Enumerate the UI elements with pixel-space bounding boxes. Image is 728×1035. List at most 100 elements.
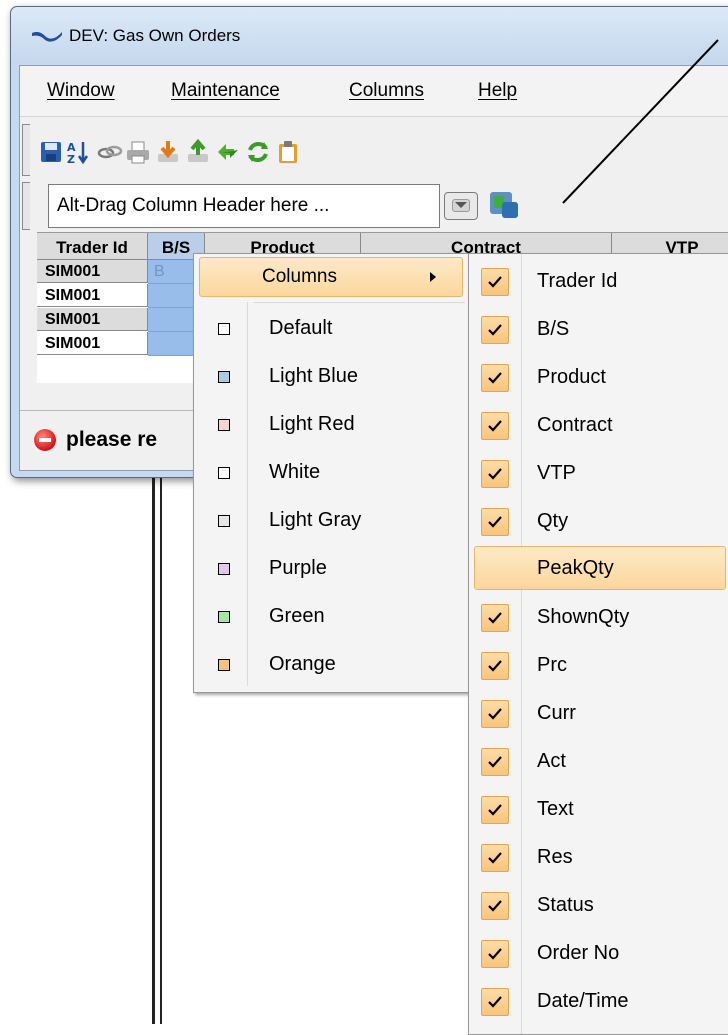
column-toggle-label: Contract: [537, 414, 613, 436]
checkmark-icon: [481, 604, 509, 632]
column-toggle-shownqty[interactable]: ShownQty: [469, 594, 728, 642]
checkmark-icon: [481, 268, 509, 296]
refresh-icon[interactable]: [244, 138, 272, 166]
menu-item-color-light-blue[interactable]: Light Blue: [194, 354, 469, 402]
checkmark-icon: [481, 988, 509, 1016]
color-swatch-icon: [218, 515, 230, 527]
column-toggle-contract[interactable]: Contract: [469, 402, 728, 450]
menu-bar: Window Maintenance Columns Help: [20, 66, 728, 117]
download-icon[interactable]: [154, 138, 182, 166]
checkmark-icon: [481, 652, 509, 680]
app-icon: [32, 32, 62, 42]
cell-trader-id[interactable]: SIM001: [37, 332, 148, 355]
menu-item-label: Green: [269, 605, 325, 627]
column-toggle-label: Act: [537, 750, 566, 772]
menu-columns[interactable]: Columns: [349, 80, 424, 102]
save-icon[interactable]: [37, 138, 65, 166]
menu-help[interactable]: Help: [478, 80, 517, 102]
checkmark-icon: [481, 316, 509, 344]
column-toggle-b-s[interactable]: B/S: [469, 306, 728, 354]
group-dropdown-button[interactable]: [444, 192, 478, 220]
color-swatch-icon: [218, 611, 230, 623]
column-toggle-label: Order No: [537, 942, 620, 964]
menu-window[interactable]: Window: [47, 80, 115, 102]
column-toggle-qty[interactable]: Qty: [469, 498, 728, 546]
checkmark-icon: [481, 412, 509, 440]
window-title: DEV: Gas Own Orders: [69, 26, 241, 45]
menu-item-label: Default: [269, 317, 333, 339]
column-toggle-label: Curr: [537, 702, 576, 724]
background-divider: [152, 476, 155, 1024]
menu-item-label: White: [269, 461, 321, 483]
column-toggle-curr[interactable]: Curr: [469, 690, 728, 738]
menu-item-columns-label: Columns: [262, 266, 337, 287]
menu-item-label: Light Gray: [269, 509, 362, 531]
menu-item-label: Orange: [269, 653, 336, 675]
sync-icon[interactable]: [214, 138, 242, 166]
column-toggle-label: Res: [537, 846, 573, 868]
menu-separator: [254, 302, 465, 303]
checkmark-icon: [481, 364, 509, 392]
color-swatch-icon: [218, 323, 230, 335]
status-message: please re: [66, 428, 158, 451]
svg-text:Z: Z: [67, 153, 75, 166]
column-toggle-text[interactable]: Text: [469, 786, 728, 834]
database-icon[interactable]: [488, 190, 520, 220]
checkmark-icon: [481, 700, 509, 728]
toolbar-grip[interactable]: [22, 124, 30, 176]
column-toggle-res[interactable]: Res: [469, 834, 728, 882]
menu-item-color-default[interactable]: Default: [194, 306, 469, 354]
column-toggle-date-time[interactable]: Date/Time: [469, 978, 728, 1026]
toolbar-grip[interactable]: [22, 182, 30, 230]
sort-icon[interactable]: AZ: [65, 138, 93, 166]
column-toggle-act[interactable]: Act: [469, 738, 728, 786]
group-by-box[interactable]: Alt-Drag Column Header here ...: [48, 184, 440, 228]
column-toggle-label: Prc: [537, 654, 567, 676]
link-icon[interactable]: [96, 138, 124, 166]
menu-item-color-light-gray[interactable]: Light Gray: [194, 498, 469, 546]
column-toggle-label: Product: [537, 366, 606, 388]
cell-trader-id[interactable]: SIM001: [37, 284, 148, 307]
title-bar[interactable]: DEV: Gas Own Orders: [11, 7, 728, 63]
checkmark-icon: [481, 844, 509, 872]
background-divider: [160, 476, 162, 1024]
column-toggle-label: Text: [537, 798, 574, 820]
checkmark-icon: [481, 796, 509, 824]
column-toggle-trader-id[interactable]: Trader Id: [469, 258, 728, 306]
color-swatch-icon: [218, 467, 230, 479]
column-toggle-order-no[interactable]: Order No: [469, 930, 728, 978]
upload-icon[interactable]: [184, 138, 212, 166]
column-toggle-label: Status: [537, 894, 594, 916]
column-toggle-label: ShownQty: [537, 606, 630, 628]
checkmark-icon: [481, 892, 509, 920]
column-toggle-label: Qty: [537, 510, 569, 532]
menu-item-label: Purple: [269, 557, 327, 579]
error-icon: [34, 429, 56, 451]
column-toggle-vtp[interactable]: VTP: [469, 450, 728, 498]
cell-trader-id[interactable]: SIM001: [37, 308, 148, 331]
menu-item-color-light-red[interactable]: Light Red: [194, 402, 469, 450]
menu-item-color-orange[interactable]: Orange: [194, 642, 469, 690]
menu-item-columns[interactable]: Columns: [199, 257, 463, 297]
menu-maintenance[interactable]: Maintenance: [171, 80, 280, 102]
group-by-hint: Alt-Drag Column Header here ...: [57, 195, 330, 216]
clipboard-icon[interactable]: [274, 138, 302, 166]
color-swatch-icon: [218, 371, 230, 383]
column-toggle-label: VTP: [537, 462, 576, 484]
column-context-menu: Columns Default Light Blue Light Red White L…: [193, 253, 470, 693]
print-icon[interactable]: [124, 138, 152, 166]
checkmark-icon: [481, 460, 509, 488]
menu-item-color-white[interactable]: White: [194, 450, 469, 498]
menu-item-color-purple[interactable]: Purple: [194, 546, 469, 594]
columns-submenu: Trader Id B/S Product Contract VTP Qty PeakQty…: [468, 253, 728, 1035]
column-toggle-label: B/S: [537, 318, 570, 340]
cell-trader-id[interactable]: SIM001: [37, 260, 148, 283]
column-toggle-prc[interactable]: Prc: [469, 642, 728, 690]
color-swatch-icon: [218, 563, 230, 575]
column-toggle-status[interactable]: Status: [469, 882, 728, 930]
column-toggle-product[interactable]: Product: [469, 354, 728, 402]
column-header-trader-id[interactable]: Trader Id: [37, 233, 148, 260]
column-toggle-peakqty[interactable]: PeakQty: [474, 546, 726, 590]
checkmark-icon: [481, 940, 509, 968]
menu-item-color-green[interactable]: Green: [194, 594, 469, 642]
